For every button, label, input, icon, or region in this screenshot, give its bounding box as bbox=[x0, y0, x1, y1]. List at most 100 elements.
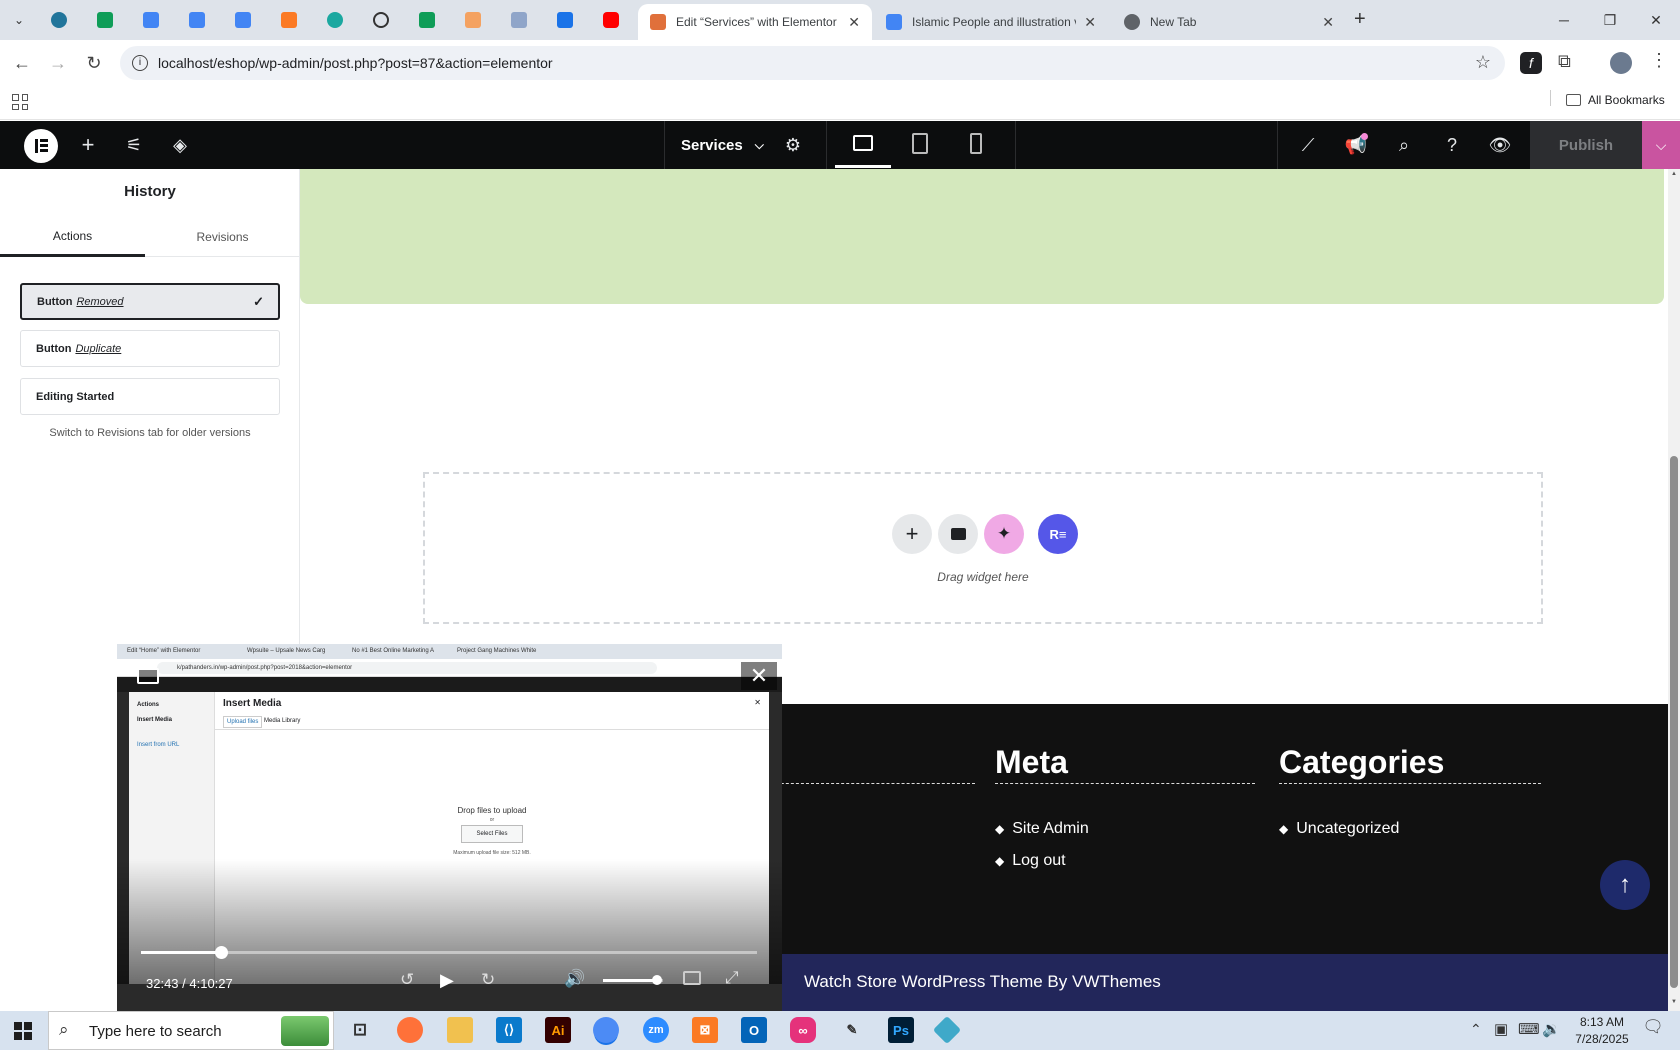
reload-button[interactable]: ↻ bbox=[82, 51, 106, 75]
scroll-down-arrow-icon[interactable]: ▼ bbox=[1671, 999, 1677, 1005]
pinned-tab-chatgpt[interactable] bbox=[368, 7, 394, 33]
apps-grid-icon[interactable] bbox=[12, 94, 28, 110]
bookmark-star-icon[interactable]: ☆ bbox=[1475, 52, 1491, 73]
tab-islamic-people[interactable]: Islamic People and illustration v ✕ bbox=[874, 4, 1108, 40]
menu-icon[interactable]: ⋮ bbox=[1650, 50, 1668, 71]
photoshop-icon[interactable]: Ps bbox=[888, 1017, 914, 1043]
volume-knob[interactable] bbox=[652, 975, 662, 985]
pinned-tab-sheets[interactable] bbox=[92, 7, 118, 33]
task-view-icon[interactable]: ⊡ bbox=[347, 1017, 373, 1043]
meta-link-site-admin[interactable]: ◆ Site Admin bbox=[995, 820, 1089, 838]
pinned-tab-docs-3[interactable] bbox=[230, 7, 256, 33]
firefox-icon[interactable] bbox=[397, 1017, 423, 1043]
pinned-tab-sheets-2[interactable] bbox=[414, 7, 440, 33]
pinned-tab-grid[interactable] bbox=[506, 7, 532, 33]
address-bar[interactable]: i localhost/eshop/wp-admin/post.php?post… bbox=[120, 46, 1505, 80]
royal-addons-button[interactable]: R≡ bbox=[1038, 514, 1078, 554]
search-icon[interactable]: ⌕ bbox=[1392, 133, 1416, 157]
outlook-icon[interactable]: O bbox=[741, 1017, 767, 1043]
close-window-button[interactable]: ✕ bbox=[1633, 0, 1679, 40]
all-bookmarks-button[interactable]: All Bookmarks bbox=[1566, 93, 1665, 107]
fullscreen-icon[interactable]: ⤢ bbox=[725, 968, 739, 988]
notification-center-icon[interactable]: 🗨 bbox=[1638, 1017, 1668, 1043]
fontsninja-extension-icon[interactable]: f bbox=[1520, 52, 1542, 74]
pinned-tab-tool[interactable] bbox=[460, 7, 486, 33]
elementor-logo-button[interactable] bbox=[24, 129, 58, 163]
pen-tool-icon[interactable]: ✎ bbox=[839, 1017, 865, 1043]
creative-cloud-icon[interactable]: ∞ bbox=[790, 1017, 816, 1043]
minimize-button[interactable]: ─ bbox=[1541, 0, 1587, 40]
pinned-tab-wordpress[interactable] bbox=[46, 7, 72, 33]
play-icon[interactable]: ▶ bbox=[440, 970, 454, 991]
network-icon[interactable]: ⌨ bbox=[1518, 1020, 1540, 1038]
help-icon[interactable]: ? bbox=[1440, 133, 1464, 157]
structure-layers-icon[interactable]: ◈ bbox=[168, 133, 192, 157]
scroll-up-arrow-icon[interactable]: ▲ bbox=[1671, 171, 1677, 177]
tab-new-tab[interactable]: New Tab ✕ bbox=[1112, 4, 1346, 40]
vscode-icon[interactable]: ⟨⟩ bbox=[496, 1017, 522, 1043]
new-tab-button[interactable]: + bbox=[1354, 8, 1366, 31]
zoom-icon[interactable]: zm bbox=[643, 1017, 669, 1043]
file-explorer-icon[interactable] bbox=[447, 1017, 473, 1043]
pinned-tab-youtube[interactable] bbox=[598, 7, 624, 33]
taskbar-search-box[interactable]: ⌕ Type here to search bbox=[48, 1011, 334, 1050]
extensions-icon[interactable]: ⧉ bbox=[1558, 51, 1571, 72]
publish-options-button[interactable]: ⌵ bbox=[1642, 121, 1680, 169]
add-template-button[interactable] bbox=[938, 514, 978, 554]
tab-elementor-services[interactable]: Edit “Services” with Elementor ✕ bbox=[638, 4, 872, 40]
app-diamond-icon[interactable] bbox=[932, 1015, 962, 1045]
video-progress-track[interactable] bbox=[141, 946, 757, 959]
close-icon[interactable]: ✕ bbox=[1322, 14, 1334, 31]
tab-revisions[interactable]: Revisions bbox=[145, 217, 300, 257]
picture-in-picture-window[interactable]: Edit “Home” with Elementor Wpsuite – Ups… bbox=[117, 644, 782, 1016]
meta-link-log-out[interactable]: ◆ Log out bbox=[995, 852, 1066, 870]
tab-actions[interactable]: Actions bbox=[0, 217, 145, 257]
xampp-icon[interactable]: ⊠ bbox=[692, 1017, 718, 1043]
pinned-tab-docs-2[interactable] bbox=[184, 7, 210, 33]
taskbar-clock[interactable]: 8:13 AM 7/28/2025 bbox=[1566, 1014, 1638, 1048]
close-pip-button[interactable]: ✕ bbox=[741, 662, 777, 690]
vertical-scrollbar[interactable]: ▲ ▼ bbox=[1668, 169, 1680, 1011]
site-info-icon[interactable]: i bbox=[132, 55, 148, 71]
volume-icon[interactable]: 🔊 bbox=[564, 969, 585, 989]
desktop-icon[interactable] bbox=[853, 135, 873, 151]
pinned-tab-forms[interactable] bbox=[552, 7, 578, 33]
publish-button[interactable]: Publish bbox=[1530, 121, 1642, 169]
category-link-uncategorized[interactable]: ◆ Uncategorized bbox=[1279, 820, 1399, 838]
green-section[interactable] bbox=[300, 169, 1664, 304]
video-progress-knob[interactable] bbox=[215, 946, 229, 959]
close-icon[interactable]: ✕ bbox=[848, 14, 860, 31]
windows-start-icon[interactable] bbox=[14, 1022, 32, 1040]
empty-drop-zone[interactable]: + ✦ R≡ Drag widget here bbox=[423, 472, 1543, 624]
show-hidden-icons[interactable]: ⌃ bbox=[1470, 1021, 1482, 1038]
scroll-to-top-button[interactable]: ↑ bbox=[1600, 860, 1650, 910]
ai-sparkle-button[interactable]: ✦ bbox=[984, 514, 1024, 554]
forward-10-icon[interactable]: ↻ bbox=[481, 970, 495, 990]
profile-avatar[interactable] bbox=[1610, 52, 1632, 74]
site-settings-icon[interactable]: ⚟ bbox=[122, 133, 146, 157]
pinned-tab-docs-1[interactable] bbox=[138, 7, 164, 33]
pinned-tab-app[interactable] bbox=[322, 7, 348, 33]
history-item-button-removed[interactable]: Button Removed ✓ bbox=[20, 283, 280, 320]
captions-icon[interactable] bbox=[683, 971, 701, 985]
add-element-button[interactable]: + bbox=[76, 132, 100, 157]
add-section-button[interactable]: + bbox=[892, 514, 932, 554]
back-to-tab-icon[interactable] bbox=[137, 668, 159, 684]
volume-track[interactable] bbox=[603, 975, 663, 985]
rocket-launch-icon[interactable]: ⟋ bbox=[1296, 133, 1320, 157]
tab-search-button[interactable]: ⌄ bbox=[6, 7, 32, 33]
rewind-10-icon[interactable]: ↺ bbox=[400, 970, 414, 990]
mobile-icon[interactable] bbox=[970, 133, 982, 154]
scrollbar-thumb[interactable] bbox=[1670, 456, 1678, 988]
meet-now-icon[interactable]: ▣ bbox=[1494, 1020, 1508, 1038]
restore-button[interactable]: ❐ bbox=[1587, 0, 1633, 40]
volume-icon[interactable]: 🔉 bbox=[1542, 1020, 1561, 1038]
history-item-editing-started[interactable]: Editing Started bbox=[20, 378, 280, 415]
close-icon[interactable]: ✕ bbox=[1084, 14, 1096, 31]
page-settings-gear-icon[interactable]: ⚙ bbox=[781, 133, 805, 157]
preview-eye-icon[interactable]: 👁 bbox=[1488, 133, 1512, 157]
forward-button[interactable]: → bbox=[46, 51, 70, 75]
pinned-tab-xampp[interactable] bbox=[276, 7, 302, 33]
tablet-icon[interactable] bbox=[912, 133, 928, 154]
chrome-icon[interactable] bbox=[593, 1017, 619, 1043]
